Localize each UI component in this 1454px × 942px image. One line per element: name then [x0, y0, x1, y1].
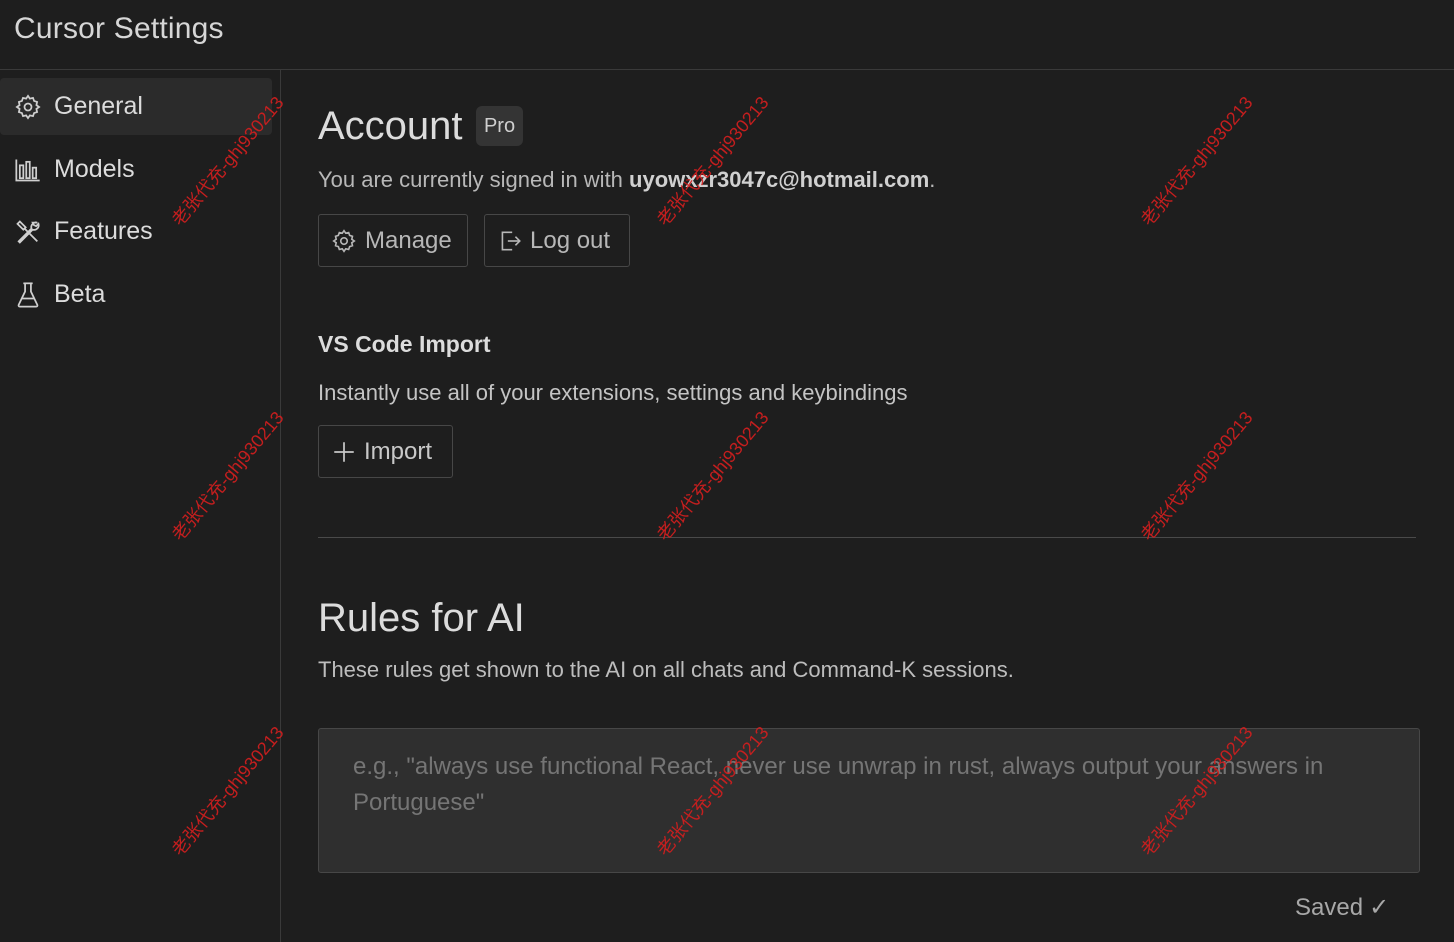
- rules-description: These rules get shown to the AI on all c…: [318, 657, 1014, 682]
- vscode-import-description: Instantly use all of your extensions, se…: [318, 380, 908, 405]
- sidebar-item-beta[interactable]: Beta: [0, 266, 272, 323]
- import-button[interactable]: Import: [318, 425, 453, 478]
- logout-button[interactable]: Log out: [484, 214, 630, 267]
- sidebar-item-label: Beta: [54, 280, 106, 308]
- signed-in-suffix: .: [929, 167, 936, 192]
- sidebar-item-features[interactable]: Features: [0, 203, 272, 260]
- flask-icon: [17, 281, 39, 308]
- sidebar-item-label: General: [54, 92, 143, 120]
- gear-icon: [332, 228, 356, 253]
- sidebar-item-label: Features: [54, 217, 153, 245]
- account-email: uyowxzr3047c@hotmail.com: [629, 167, 930, 192]
- save-status-label: Saved: [1295, 894, 1364, 921]
- rules-heading: Rules for AI: [318, 596, 525, 640]
- plan-badge: Pro: [476, 106, 523, 146]
- manage-button-label: Manage: [365, 226, 452, 254]
- plus-icon: [334, 441, 354, 462]
- logout-icon: [501, 231, 521, 250]
- window-title: Cursor Settings: [14, 12, 224, 45]
- tools-icon: [16, 219, 40, 244]
- sidebar-item-label: Models: [54, 155, 135, 183]
- logout-button-label: Log out: [530, 226, 611, 254]
- save-status: Saved ✓: [1295, 893, 1389, 922]
- signed-in-text: You are currently signed in with uyowxzr…: [318, 167, 935, 193]
- sidebar-item-general[interactable]: General: [0, 78, 272, 135]
- signed-in-prefix: You are currently signed in with: [318, 167, 630, 192]
- sidebar: General Models Features Beta: [0, 70, 281, 942]
- settings-content: Account Pro You are currently signed in …: [282, 70, 1454, 942]
- sidebar-item-models[interactable]: Models: [0, 141, 272, 198]
- bar-chart-icon: [15, 159, 40, 181]
- gear-icon: [15, 93, 41, 120]
- rules-input[interactable]: [318, 728, 1420, 873]
- manage-button[interactable]: Manage: [318, 214, 468, 267]
- import-button-label: Import: [364, 437, 433, 465]
- section-divider: [318, 537, 1416, 538]
- title-bar: Cursor Settings: [0, 0, 1454, 70]
- account-heading: Account: [318, 104, 463, 148]
- settings-window: Cursor Settings General Models Features …: [0, 0, 1454, 942]
- check-icon: ✓: [1369, 894, 1390, 921]
- vscode-import-heading: VS Code Import: [318, 331, 491, 357]
